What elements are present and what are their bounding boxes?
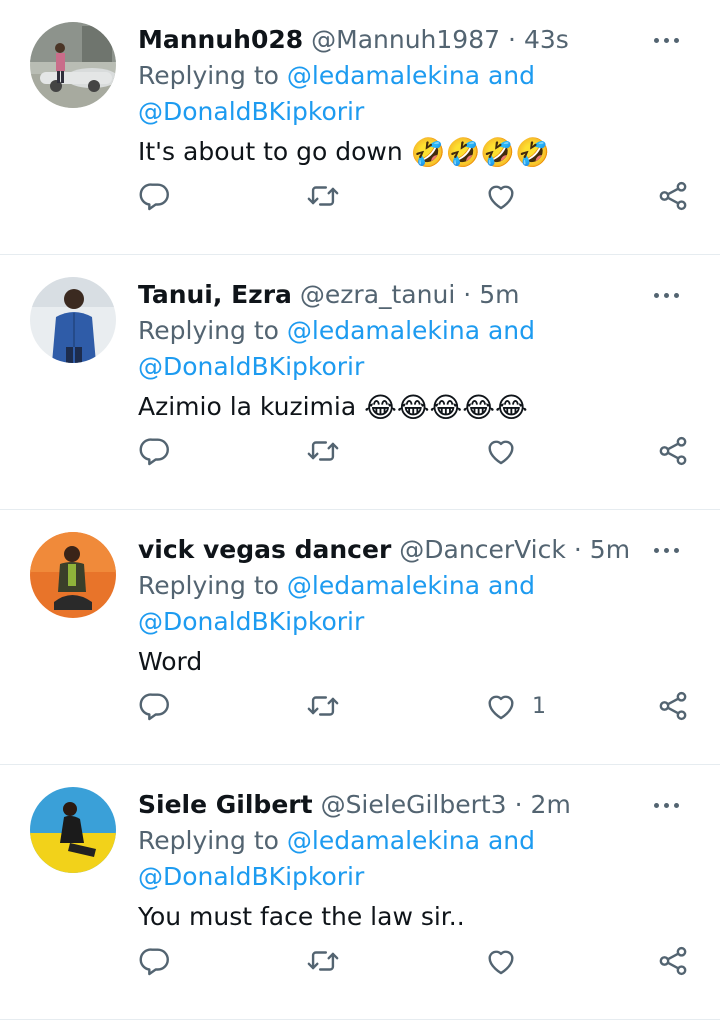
reply-icon	[139, 438, 169, 466]
reply-button[interactable]	[138, 176, 172, 216]
share-button[interactable]	[656, 176, 690, 216]
avatar[interactable]	[30, 532, 116, 618]
tweet[interactable]: Tanui, Ezra @ezra_tanui · 5m Replying to…	[0, 255, 720, 510]
retweet-icon	[307, 696, 339, 716]
replying-to: Replying to @ledamalekina and @DonaldBKi…	[138, 313, 696, 385]
mention-link[interactable]: @ledamalekina	[287, 826, 480, 855]
tweet-text: Word	[138, 644, 696, 681]
reply-icon	[139, 693, 169, 721]
tweet-actions	[138, 176, 690, 216]
replying-to: Replying to @ledamalekina and @DonaldBKi…	[138, 58, 696, 130]
reply-icon	[139, 948, 169, 976]
tweet[interactable]: Siele Gilbert @SieleGilbert3 · 2m Replyi…	[0, 765, 720, 1020]
mention-link[interactable]: @DonaldBKipkorir	[138, 352, 364, 381]
tweet-emoji: 🤣🤣🤣🤣	[410, 136, 551, 169]
username[interactable]: @ezra_tanui	[300, 277, 455, 313]
tweet-text-body: It's about to go down	[138, 137, 403, 166]
display-name[interactable]: Siele Gilbert	[138, 787, 313, 823]
share-icon	[659, 946, 687, 976]
avatar[interactable]	[30, 787, 116, 873]
replying-to-and[interactable]: and	[488, 316, 535, 345]
tweet-actions: 1	[138, 686, 690, 726]
reply-icon	[139, 183, 169, 211]
mention-link[interactable]: @ledamalekina	[287, 61, 480, 90]
reply-button[interactable]	[138, 431, 172, 471]
like-button[interactable]	[484, 176, 532, 216]
tweet-text: You must face the law sir..	[138, 899, 696, 936]
tweet[interactable]: vick vegas dancer @DancerVick · 5m Reply…	[0, 510, 720, 765]
more-icon[interactable]	[646, 787, 686, 823]
username[interactable]: @Mannuh1987	[311, 22, 500, 58]
mention-link[interactable]: @ledamalekina	[287, 571, 480, 600]
username[interactable]: @DancerVick	[399, 532, 566, 568]
reply-button[interactable]	[138, 941, 172, 981]
replying-to-label: Replying to	[138, 61, 279, 90]
share-icon	[659, 181, 687, 211]
like-button[interactable]: 1	[484, 686, 546, 726]
separator-dot: ·	[573, 535, 582, 564]
retweet-button[interactable]	[306, 686, 340, 726]
tweet-text: Azimio la kuzimia 😂😂😂😂😂	[138, 389, 696, 426]
heart-icon	[488, 185, 514, 210]
share-icon	[659, 691, 687, 721]
username[interactable]: @SieleGilbert3	[321, 787, 507, 823]
tweet-actions	[138, 941, 690, 981]
retweet-icon	[307, 186, 339, 206]
avatar[interactable]	[30, 22, 116, 108]
mention-link[interactable]: @DonaldBKipkorir	[138, 862, 364, 891]
timestamp[interactable]: 5m	[590, 532, 630, 568]
separator-dot: ·	[514, 790, 523, 819]
more-icon[interactable]	[646, 277, 686, 313]
replying-to: Replying to @ledamalekina and @DonaldBKi…	[138, 823, 696, 895]
tweet-text: It's about to go down 🤣🤣🤣🤣	[138, 134, 696, 171]
separator-dot: ·	[463, 280, 472, 309]
retweet-icon	[307, 441, 339, 461]
timestamp[interactable]: 2m	[531, 787, 571, 823]
heart-icon	[488, 695, 514, 720]
display-name[interactable]: vick vegas dancer	[138, 532, 391, 568]
tweet-text-body: Word	[138, 647, 203, 676]
retweet-button[interactable]	[306, 431, 340, 471]
heart-icon	[488, 950, 514, 975]
more-icon[interactable]	[646, 22, 686, 58]
timestamp[interactable]: 5m	[479, 277, 519, 313]
mention-link[interactable]: @ledamalekina	[287, 316, 480, 345]
mention-link[interactable]: @DonaldBKipkorir	[138, 607, 364, 636]
replying-to-and[interactable]: and	[488, 61, 535, 90]
reply-button[interactable]	[138, 686, 172, 726]
replying-to-label: Replying to	[138, 571, 279, 600]
share-button[interactable]	[656, 941, 690, 981]
tweet-text-body: You must face the law sir..	[138, 902, 465, 931]
share-icon	[659, 436, 687, 466]
avatar[interactable]	[30, 277, 116, 363]
retweet-button[interactable]	[306, 176, 340, 216]
like-button[interactable]	[484, 941, 532, 981]
display-name[interactable]: Mannuh028	[138, 22, 303, 58]
tweet[interactable]: Mannuh028 @Mannuh1987 · 43s Replying to …	[0, 0, 720, 255]
like-count: 1	[532, 693, 546, 719]
retweet-button[interactable]	[306, 941, 340, 981]
replying-to-label: Replying to	[138, 316, 279, 345]
heart-icon	[488, 440, 514, 465]
share-button[interactable]	[656, 431, 690, 471]
tweet-actions	[138, 431, 690, 471]
replying-to-label: Replying to	[138, 826, 279, 855]
share-button[interactable]	[656, 686, 690, 726]
mention-link[interactable]: @DonaldBKipkorir	[138, 97, 364, 126]
replying-to-and[interactable]: and	[488, 571, 535, 600]
replying-to-and[interactable]: and	[488, 826, 535, 855]
tweet-emoji: 😂😂😂😂😂	[364, 391, 528, 424]
display-name[interactable]: Tanui, Ezra	[138, 277, 292, 313]
more-icon[interactable]	[646, 532, 686, 568]
retweet-icon	[307, 951, 339, 971]
replying-to: Replying to @ledamalekina and @DonaldBKi…	[138, 568, 696, 640]
tweet-text-body: Azimio la kuzimia	[138, 392, 357, 421]
separator-dot: ·	[508, 25, 516, 54]
like-button[interactable]	[484, 431, 532, 471]
timestamp[interactable]: 43s	[524, 22, 569, 58]
